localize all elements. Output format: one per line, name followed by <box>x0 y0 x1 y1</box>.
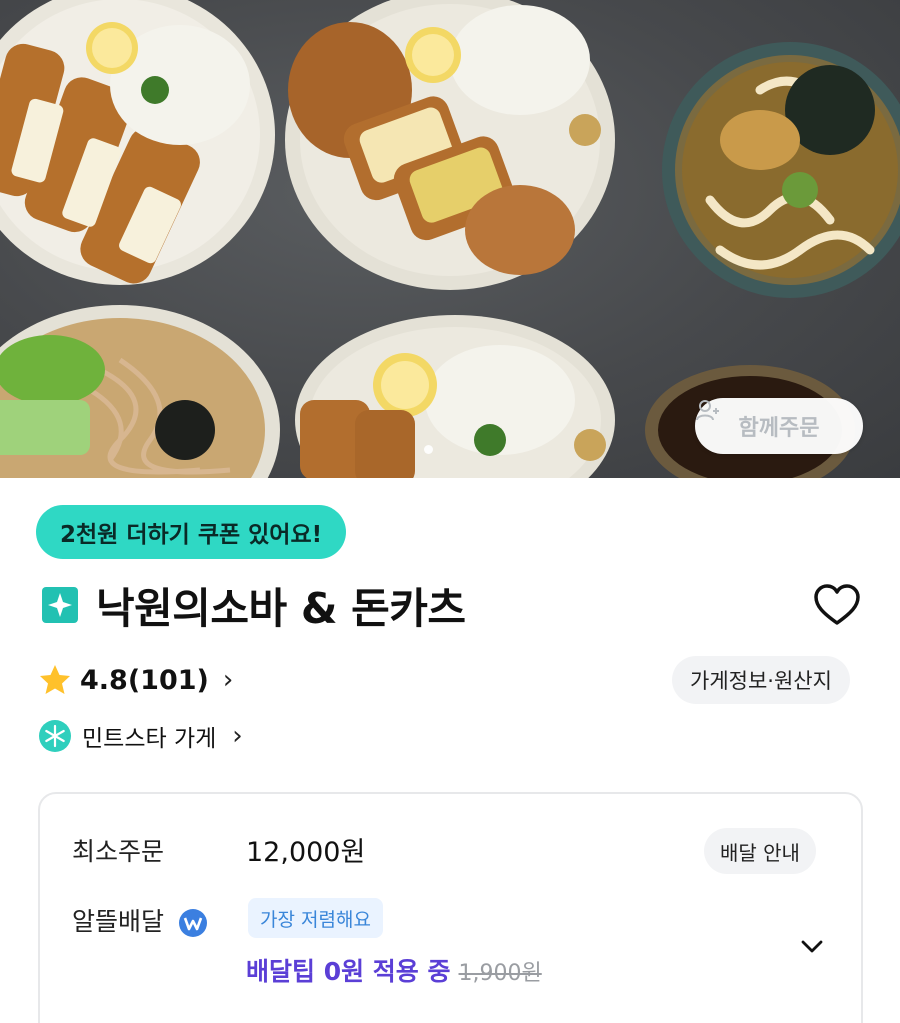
together-order-button[interactable]: 함께주문 <box>695 398 863 454</box>
cheapest-tag: 가장 저렴해요 <box>248 898 383 938</box>
together-order-label: 함께주문 <box>738 416 820 441</box>
min-order-label: 최소주문 <box>72 837 165 866</box>
min-order-value: 12,000원 <box>246 837 366 868</box>
star-icon <box>40 665 70 694</box>
store-title-row: 낙원의소바 & 돈카츠 <box>40 575 466 635</box>
rating-value: 4.8(101) <box>80 664 209 696</box>
delivery-info-card: 최소주문 12,000원 배달 안내 알뜰배달 가장 저렴해요 배달팁 0원 적… <box>38 792 863 1023</box>
saver-delivery-badge-icon <box>178 909 207 937</box>
minsta-label: 민트스타 가게 <box>82 726 217 752</box>
add-person-icon <box>696 400 719 421</box>
store-info-button[interactable]: 가게정보·원산지 <box>672 656 850 704</box>
sparkle-badge-icon <box>42 587 78 623</box>
delivery-guide-button[interactable]: 배달 안내 <box>704 828 816 874</box>
cheapest-tag-label: 가장 저렴해요 <box>260 908 371 931</box>
saver-delivery-row: 알뜰배달 <box>72 902 208 938</box>
chevron-right-icon: › <box>222 665 234 695</box>
heart-icon[interactable] <box>813 583 861 627</box>
minsta-store-link[interactable]: 민트스타 가게 › <box>38 716 243 756</box>
store-info-label: 가게정보·원산지 <box>690 669 832 693</box>
delivery-guide-label: 배달 안내 <box>720 840 800 865</box>
chevron-down-icon[interactable] <box>798 932 826 960</box>
carousel-indicator <box>424 445 433 454</box>
coupon-banner[interactable]: 2천원 더하기 쿠폰 있어요! <box>36 505 347 559</box>
coupon-text: 2천원 더하기 쿠폰 있어요! <box>60 522 323 548</box>
delivery-tip: 배달팁 0원 적용 중 1,900원 <box>246 952 542 988</box>
hero-image: 함께주문 <box>0 0 900 478</box>
chevron-right-icon: › <box>232 721 243 751</box>
rating-link[interactable]: 4.8(101) › <box>38 660 233 700</box>
snowflake-badge-icon <box>39 720 71 752</box>
delivery-tip-text: 배달팁 0원 적용 중 <box>246 957 451 986</box>
saver-delivery-label: 알뜰배달 <box>72 907 165 936</box>
store-name: 낙원의소바 & 돈카츠 <box>96 583 466 633</box>
delivery-tip-original: 1,900원 <box>458 961 542 986</box>
